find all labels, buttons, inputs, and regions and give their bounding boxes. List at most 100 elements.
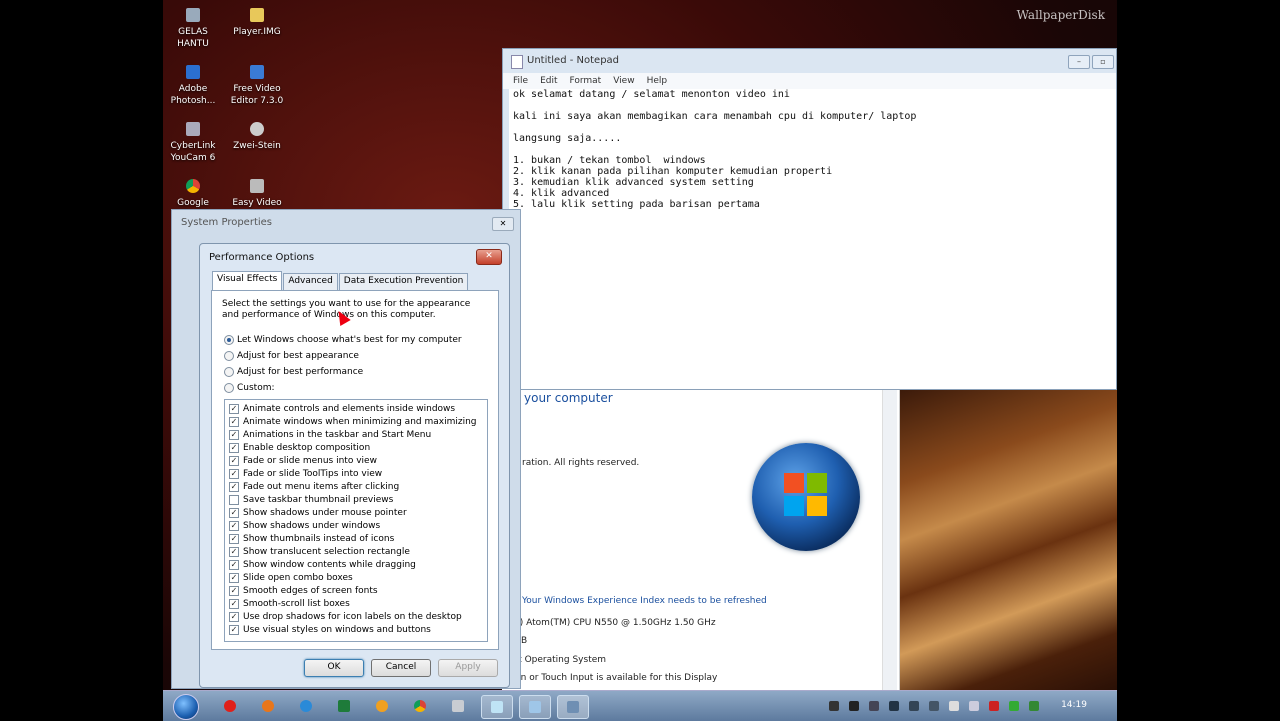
notepad-titlebar[interactable]: Untitled - Notepad – ▫ (503, 49, 1116, 73)
list-item[interactable]: ✓ Show window contents while dragging (229, 558, 416, 571)
desktop-icon-player-img[interactable]: Player.IMG (227, 8, 287, 38)
checkbox[interactable]: ✓ (229, 559, 239, 570)
taskbar-media-player[interactable] (367, 695, 397, 717)
maximize-button[interactable]: ▫ (1092, 55, 1114, 69)
minimize-button[interactable]: – (1068, 55, 1090, 69)
list-item[interactable]: ✓ Fade out menu items after clicking (229, 480, 399, 493)
text-line: ​ (513, 144, 1112, 155)
checkbox[interactable]: ✓ (229, 533, 239, 544)
security-icon[interactable] (909, 701, 919, 711)
checkbox[interactable]: ✓ (229, 416, 239, 427)
checkbox[interactable]: ✓ (229, 468, 239, 479)
checkbox[interactable]: ✓ (229, 403, 239, 414)
menu-format[interactable]: Format (570, 73, 602, 89)
list-item[interactable]: ✓ Animate windows when minimizing and max… (229, 415, 477, 428)
text-line: kali ini saya akan membagikan cara menam… (513, 111, 917, 122)
desktop-icon-adobe-photoshop[interactable]: Adobe Photosh... (163, 65, 223, 107)
clock[interactable]: 14:19 (1061, 700, 1087, 710)
checkbox[interactable]: ✓ (229, 429, 239, 440)
tab-data-execution-prevention[interactable]: Data Execution Prevention (338, 273, 469, 290)
notepad-window[interactable]: Untitled - Notepad – ▫ File Edit Format … (502, 48, 1117, 390)
list-item[interactable]: ✓ Smooth-scroll list boxes (229, 597, 350, 610)
record-icon[interactable] (829, 701, 839, 711)
list-item[interactable]: ✓ Fade or slide menus into view (229, 454, 377, 467)
apply-button[interactable]: Apply (438, 659, 498, 677)
list-item[interactable]: ✓ Animations in the taskbar and Start Men… (229, 428, 431, 441)
checkbox[interactable]: ✓ (229, 624, 239, 635)
menu-view[interactable]: View (613, 73, 634, 89)
camera-icon[interactable] (849, 701, 859, 711)
tab-visual-effects[interactable]: Visual Effects (212, 271, 283, 290)
checkbox[interactable]: ✓ (229, 507, 239, 518)
list-item[interactable]: ✓ Slide open combo boxes (229, 571, 353, 584)
checkbox[interactable] (229, 494, 239, 505)
radio-button[interactable] (224, 367, 234, 377)
battery-icon[interactable] (969, 701, 979, 711)
radio-button[interactable] (224, 335, 234, 345)
volume-icon[interactable] (949, 701, 959, 711)
system-page-scrollbar[interactable] (882, 390, 897, 690)
list-item[interactable]: ✓ Fade or slide ToolTips into view (229, 467, 382, 480)
list-item[interactable]: ✓ Use drop shadows for icon labels on the… (229, 610, 462, 623)
update-icon[interactable] (1009, 701, 1019, 711)
taskbar-excel[interactable] (329, 695, 359, 717)
action-center-icon[interactable] (929, 701, 939, 711)
list-item[interactable]: ✓ Show translucent selection rectangle (229, 545, 410, 558)
display-icon[interactable] (1029, 701, 1039, 711)
menu-edit[interactable]: Edit (540, 73, 557, 89)
checkbox[interactable]: ✓ (229, 611, 239, 622)
taskbar-system-properties[interactable] (557, 695, 589, 719)
antivirus-icon[interactable] (989, 701, 999, 711)
checkbox[interactable]: ✓ (229, 520, 239, 531)
list-item[interactable]: ✓ Show shadows under mouse pointer (229, 506, 407, 519)
list-item[interactable]: ✓ Show thumbnails instead of icons (229, 532, 394, 545)
list-item[interactable]: ✓ Enable desktop composition (229, 441, 370, 454)
taskbar-opera[interactable] (215, 695, 245, 717)
list-item[interactable]: ✓ Show shadows under windows (229, 519, 380, 532)
desktop-icon-zwei-stein[interactable]: Zwei-Stein (227, 122, 287, 152)
taskbar-firefox[interactable] (253, 695, 283, 717)
desktop-icon-free-video-editor[interactable]: Free Video Editor 7.3.0 (227, 65, 287, 107)
taskbar-notepad[interactable] (481, 695, 513, 719)
list-item[interactable]: ✓ Animate controls and elements inside wi… (229, 402, 455, 415)
desktop-icon-easy-video[interactable]: Easy Video (227, 179, 287, 209)
list-item[interactable]: ✓ Smooth edges of screen fonts (229, 584, 378, 597)
radio-custom[interactable]: Custom: (224, 383, 275, 393)
desktop-icon-cyberlink-youcam[interactable]: CyberLink YouCam 6 (163, 122, 223, 164)
experience-index-link[interactable]: Your Windows Experience Index needs to b… (510, 596, 767, 606)
close-button[interactable]: ✕ (476, 249, 502, 265)
checkbox[interactable]: ✓ (229, 585, 239, 596)
radio-button[interactable] (224, 351, 234, 361)
list-item[interactable]: ✓ Use visual styles on windows and button… (229, 623, 431, 636)
radio-button[interactable] (224, 383, 234, 393)
radio-best-performance[interactable]: Adjust for best performance (224, 367, 363, 377)
start-button[interactable] (173, 694, 199, 720)
checkbox[interactable]: ✓ (229, 546, 239, 557)
taskbar-ie[interactable] (291, 695, 321, 717)
checkbox[interactable]: ✓ (229, 572, 239, 583)
checkbox[interactable]: ✓ (229, 455, 239, 466)
tab-advanced[interactable]: Advanced (283, 273, 338, 290)
menu-file[interactable]: File (513, 73, 528, 89)
checkbox[interactable]: ✓ (229, 442, 239, 453)
performance-options-dialog[interactable]: Performance Options ✕ Visual Effects Adv… (199, 243, 510, 688)
taskbar-explorer[interactable] (519, 695, 551, 719)
taskbar-chrome[interactable] (405, 695, 435, 717)
desktop-icon-gelas-hantu[interactable]: GELAS HANTU (163, 8, 223, 50)
notepad-icon (511, 55, 523, 69)
radio-let-windows-choose[interactable]: Let Windows choose what's best for my co… (224, 335, 462, 345)
desktop-icon-google[interactable]: Google (163, 179, 223, 209)
ok-button[interactable]: OK (304, 659, 364, 677)
close-button[interactable]: ✕ (492, 217, 514, 231)
visual-effects-list[interactable]: ✓ Animate controls and elements inside wi… (224, 399, 488, 642)
list-item[interactable]: Save taskbar thumbnail previews (229, 493, 393, 506)
checkbox[interactable]: ✓ (229, 481, 239, 492)
menu-help[interactable]: Help (647, 73, 668, 89)
bluetooth-icon[interactable] (889, 701, 899, 711)
notepad-text-area[interactable]: ok selamat datang / selamat menonton vid… (509, 89, 1116, 389)
taskbar-calculator[interactable] (443, 695, 473, 717)
checkbox[interactable]: ✓ (229, 598, 239, 609)
network-icon[interactable] (869, 701, 879, 711)
radio-best-appearance[interactable]: Adjust for best appearance (224, 351, 359, 361)
cancel-button[interactable]: Cancel (371, 659, 431, 677)
